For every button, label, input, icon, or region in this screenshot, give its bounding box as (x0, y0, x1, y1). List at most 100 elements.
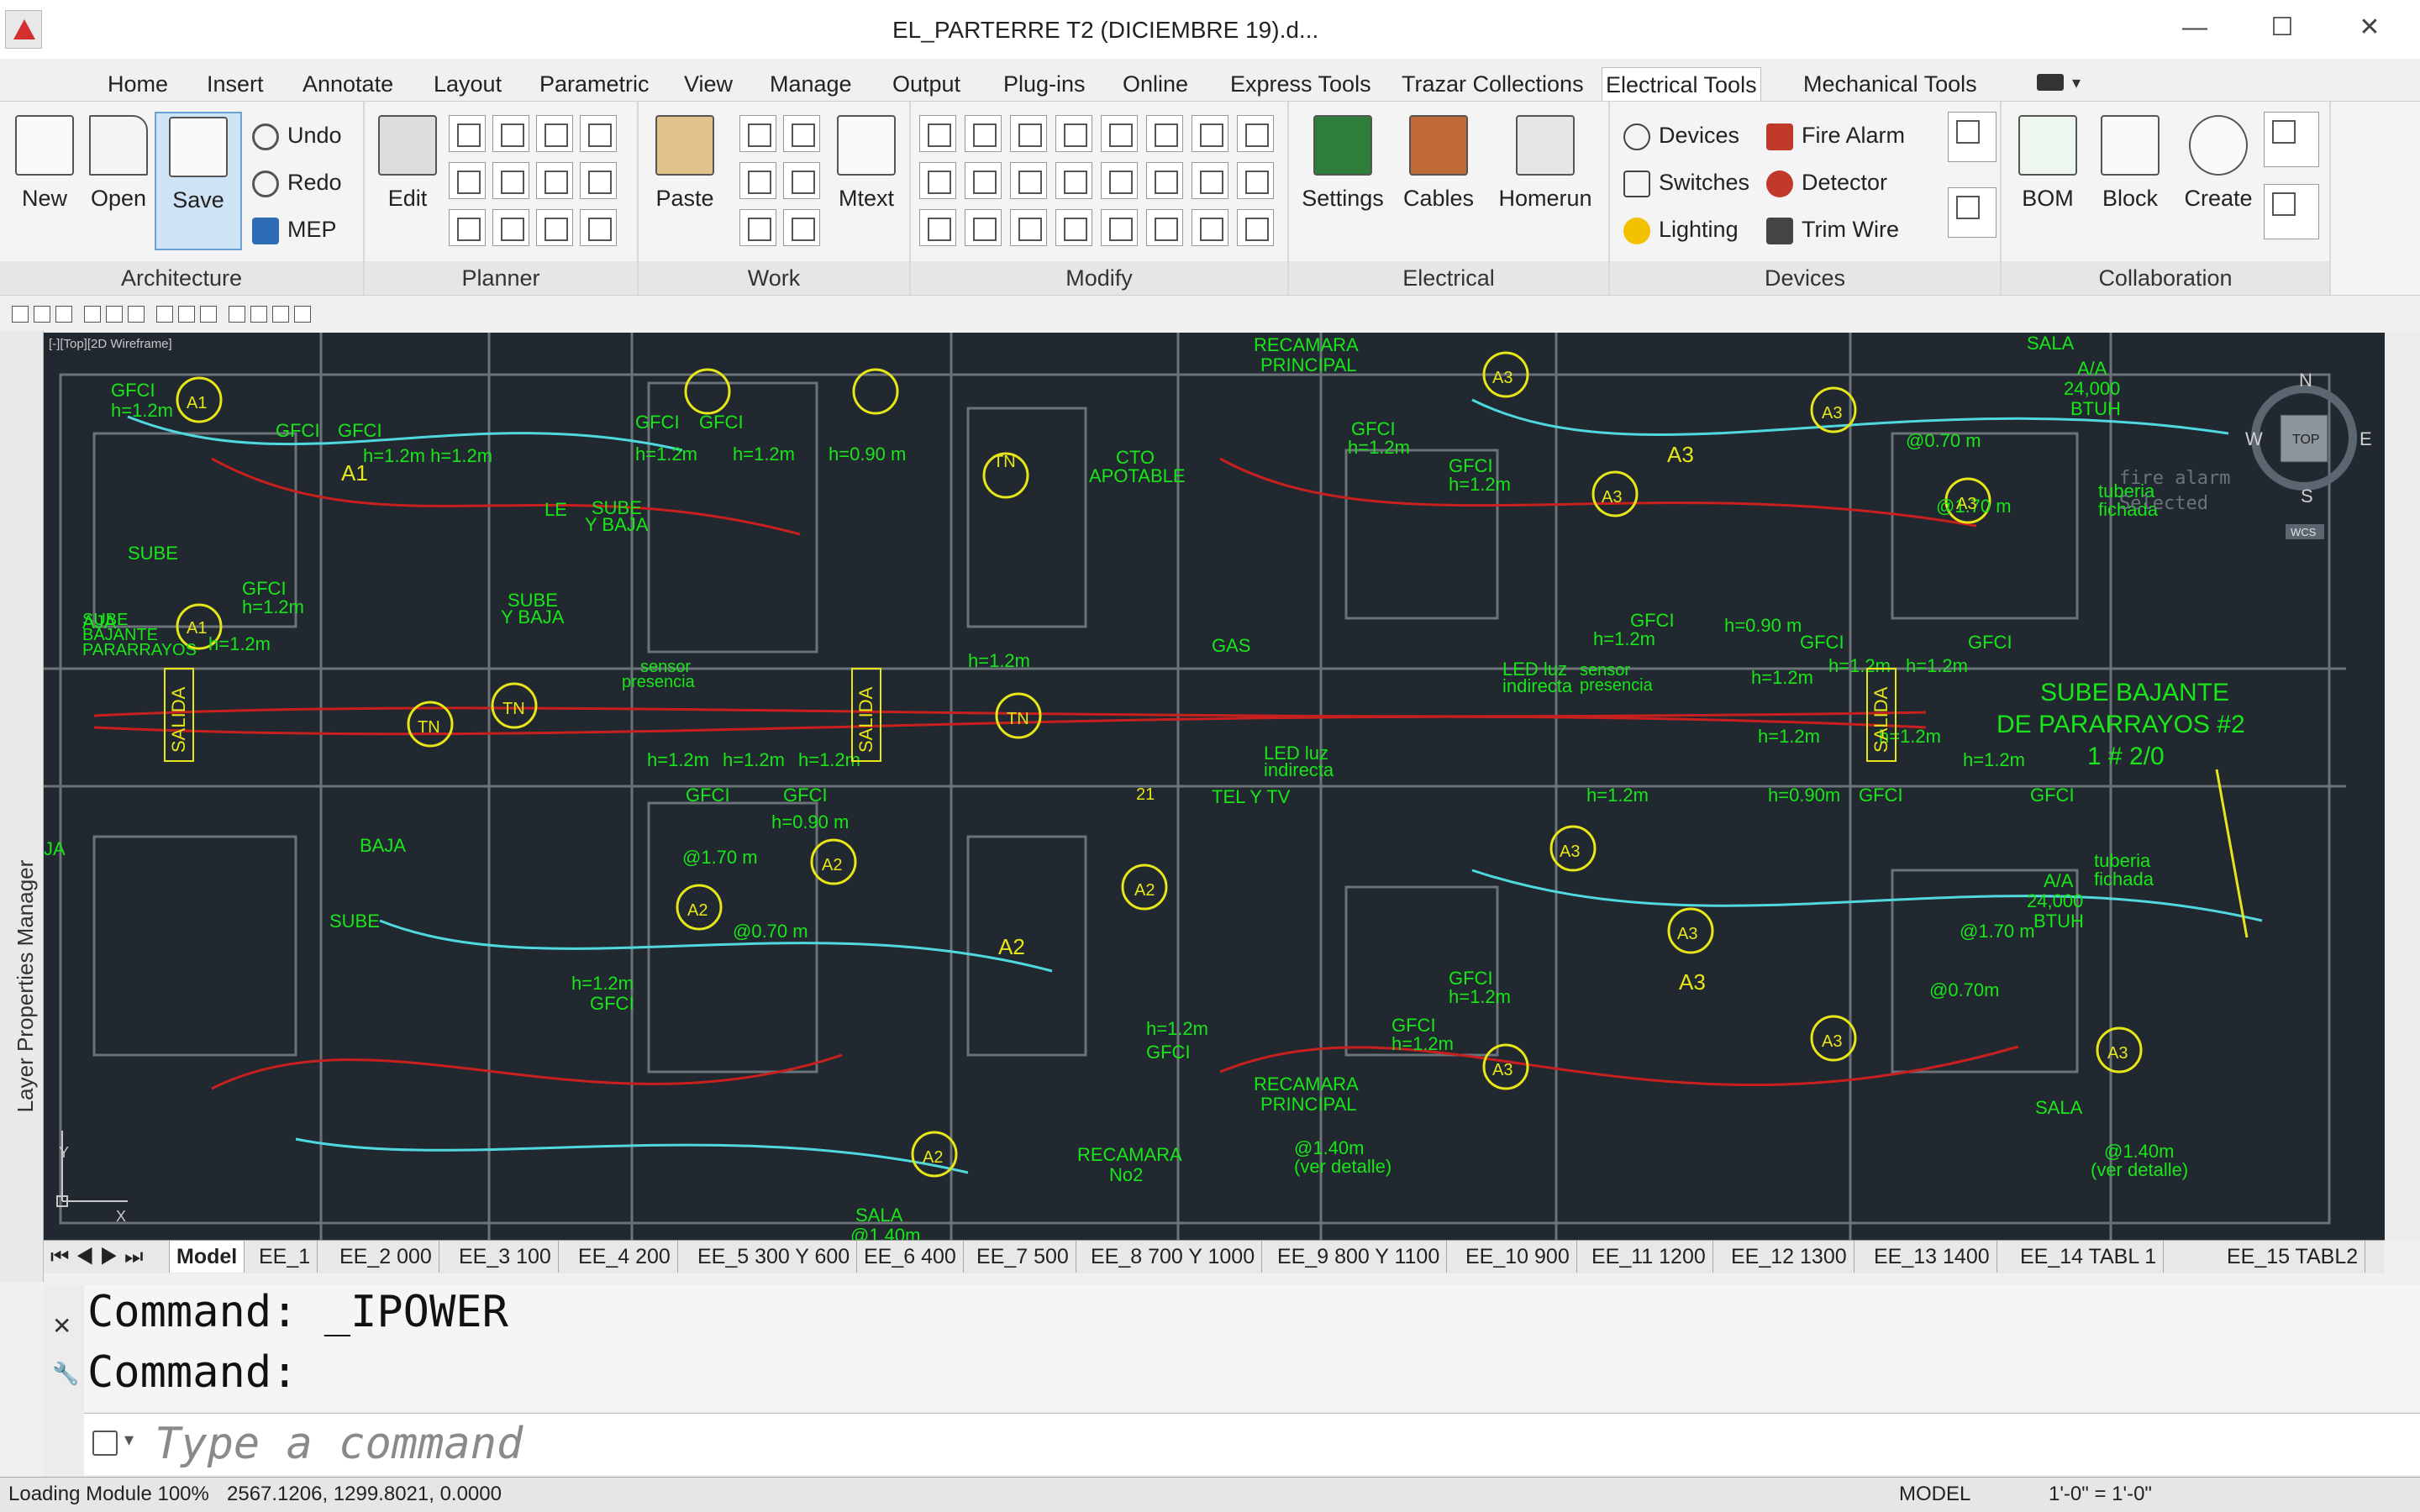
new-button[interactable]: New (8, 112, 81, 250)
devices-button[interactable]: Devices (1623, 117, 1739, 154)
modify-tool[interactable] (919, 115, 956, 152)
layer-icon[interactable] (12, 306, 29, 323)
planner-tool[interactable] (580, 162, 617, 199)
tab-ee-3[interactable]: EE_3 100 (452, 1241, 559, 1273)
planner-tool[interactable] (580, 115, 617, 152)
modify-tool[interactable] (1010, 162, 1047, 199)
tab-manage[interactable]: Manage (766, 67, 855, 101)
tab-view[interactable]: View (681, 67, 736, 101)
planner-tool[interactable] (536, 162, 573, 199)
modify-tool[interactable] (965, 162, 1002, 199)
cables-button[interactable]: Cables (1397, 112, 1481, 250)
edit-button[interactable]: Edit (371, 112, 444, 250)
tab-mechanical-tools[interactable]: Mechanical Tools (1800, 67, 1981, 101)
tab-insert[interactable]: Insert (203, 67, 267, 101)
app-logo[interactable] (5, 10, 42, 49)
layer-icon[interactable] (156, 306, 173, 323)
tab-electrical-tools[interactable]: Electrical Tools (1602, 67, 1761, 101)
chevron-down-icon[interactable]: ▾ (124, 1429, 134, 1451)
tab-ee-15[interactable]: EE_15 TABL2 (2220, 1241, 2366, 1273)
tab-annotate[interactable]: Annotate (299, 67, 397, 101)
tab-online[interactable]: Online (1119, 67, 1192, 101)
planner-tool[interactable] (449, 209, 486, 246)
wcs-label[interactable]: WCS (2291, 526, 2317, 538)
workspace-icon[interactable] (2037, 74, 2064, 91)
work-tool[interactable] (739, 162, 776, 199)
tab-output[interactable]: Output (889, 67, 964, 101)
undo-button[interactable]: Undo (252, 117, 342, 154)
monitor-icon[interactable] (1948, 187, 1996, 238)
modify-tool[interactable] (1146, 162, 1183, 199)
layer-icon[interactable] (84, 306, 101, 323)
work-tool[interactable] (739, 209, 776, 246)
paste-button[interactable]: Paste (649, 112, 721, 250)
switches-button[interactable]: Switches (1623, 164, 1749, 201)
tab-ee-6[interactable]: EE_6 400 (857, 1241, 964, 1273)
maximize-icon[interactable]: ☐ (2259, 7, 2306, 49)
layer-icon[interactable] (250, 306, 267, 323)
modify-tool[interactable] (1101, 209, 1138, 246)
layer-icon[interactable] (178, 306, 195, 323)
layer-icon[interactable] (106, 306, 123, 323)
planner-tool[interactable] (492, 209, 529, 246)
layer-icon[interactable] (200, 306, 217, 323)
drawing-canvas[interactable]: RECAMARA PRINCIPAL SALA A/A 24,000 BTUH SUB… (44, 333, 2385, 1240)
tab-ee-10[interactable]: EE_10 900 (1459, 1241, 1577, 1273)
modify-tool[interactable] (1146, 115, 1183, 152)
tab-ee-7[interactable]: EE_7 500 (970, 1241, 1076, 1273)
detector-button[interactable]: Detector (1766, 164, 1887, 201)
tab-ee-11[interactable]: EE_11 1200 (1585, 1241, 1713, 1273)
tab-ee-14[interactable]: EE_14 TABL 1 (2013, 1241, 2165, 1273)
tab-home[interactable]: Home (104, 67, 171, 101)
fire-alarm-button[interactable]: Fire Alarm (1766, 117, 1905, 154)
modify-tool[interactable] (965, 115, 1002, 152)
command-window-handle[interactable]: ✕ 🔧 (44, 1285, 84, 1478)
tab-ee-12[interactable]: EE_12 1300 (1724, 1241, 1854, 1273)
clipboard-icon[interactable] (1948, 112, 1996, 162)
lighting-button[interactable]: Lighting (1623, 211, 1739, 248)
viewcube[interactable]: TOP N S E W WCS (2245, 370, 2372, 539)
modify-tool[interactable] (1101, 115, 1138, 152)
planner-tool[interactable] (492, 162, 529, 199)
modify-tool[interactable] (1101, 162, 1138, 199)
annotation-scale[interactable]: 1'-0" = 1'-0" (2049, 1483, 2152, 1506)
redo-button[interactable]: Redo (252, 164, 342, 201)
work-tool[interactable] (783, 115, 820, 152)
tab-express-tools[interactable]: Express Tools (1227, 67, 1375, 101)
layer-icon[interactable] (229, 306, 245, 323)
model-space-button[interactable]: MODEL (1899, 1483, 1970, 1506)
bom-button[interactable]: BOM (2012, 112, 2084, 250)
tab-plug-ins[interactable]: Plug-ins (1000, 67, 1089, 101)
modify-tool[interactable] (1237, 115, 1274, 152)
viewport-label[interactable]: [-][Top][2D Wireframe] (49, 337, 172, 351)
tab-model[interactable]: Model (170, 1241, 245, 1273)
work-tool[interactable] (739, 115, 776, 152)
layer-icon[interactable] (128, 306, 145, 323)
chevron-down-icon[interactable]: ▾ (2072, 72, 2081, 93)
modify-tool[interactable] (1192, 209, 1228, 246)
tab-trazar-collections[interactable]: Trazar Collections (1398, 67, 1587, 101)
close-icon[interactable]: ✕ (2346, 7, 2393, 49)
planner-tool[interactable] (449, 162, 486, 199)
layer-icon[interactable] (272, 306, 289, 323)
open-button[interactable]: Open (82, 112, 155, 250)
command-prompt-icon[interactable] (92, 1431, 118, 1456)
mtext-button[interactable]: Mtext (830, 112, 902, 250)
trim-wire-button[interactable]: Trim Wire (1766, 211, 1899, 248)
modify-tool[interactable] (1146, 209, 1183, 246)
planner-tool[interactable] (536, 115, 573, 152)
wrench-icon[interactable]: 🔧 (52, 1361, 79, 1387)
planner-tool[interactable] (492, 115, 529, 152)
mep-button[interactable]: MEP (252, 211, 337, 248)
modify-tool[interactable] (1055, 209, 1092, 246)
command-input[interactable]: ▾ Type a command (84, 1413, 2420, 1475)
layer-icon[interactable] (55, 306, 72, 323)
modify-tool[interactable] (965, 209, 1002, 246)
tab-parametric[interactable]: Parametric (536, 67, 653, 101)
modify-tool[interactable] (1192, 162, 1228, 199)
layer-icon[interactable] (294, 306, 311, 323)
navigation-bar[interactable] (2385, 333, 2420, 1240)
create-button[interactable]: Create (2176, 112, 2260, 250)
viewcube-top[interactable]: TOP (2292, 433, 2320, 447)
layer-properties-panel[interactable]: Layer Properties Manager (0, 331, 44, 1282)
